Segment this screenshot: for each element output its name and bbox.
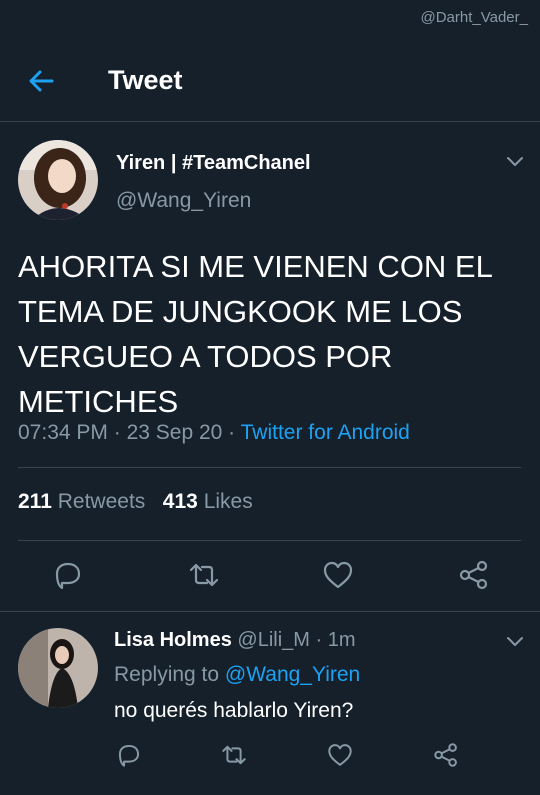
meta-separator: · xyxy=(113,421,127,444)
tweet-meta: 07:34 PM · 23 Sep 20 · Twitter for Andro… xyxy=(18,421,410,445)
meta-separator: · xyxy=(228,421,241,444)
author-handle[interactable]: @Wang_Yiren xyxy=(116,189,251,213)
page-title: Tweet xyxy=(108,65,183,95)
reply-author-line: Lisa Holmes @Lili_M · 1m xyxy=(114,629,356,652)
retweets-count[interactable]: 211 xyxy=(18,490,52,513)
reply-time: 1m xyxy=(327,629,356,651)
author-avatar[interactable] xyxy=(18,140,98,220)
like-icon[interactable] xyxy=(326,741,354,769)
like-icon[interactable] xyxy=(321,558,355,592)
divider xyxy=(18,540,521,541)
watermark: @Darht_Vader_ xyxy=(420,9,528,26)
tweet-text: AHORITA SI ME VIENEN CON EL TEMA DE JUNG… xyxy=(18,249,492,419)
divider xyxy=(0,611,540,612)
reply-icon[interactable] xyxy=(51,558,85,592)
tweet-date: 23 Sep 20 xyxy=(126,421,223,444)
chevron-down-icon[interactable] xyxy=(504,150,526,172)
reply-icon[interactable] xyxy=(115,741,143,769)
share-icon[interactable] xyxy=(457,558,491,592)
replying-to: Replying to @Wang_Yiren xyxy=(114,663,360,687)
retweet-icon[interactable] xyxy=(220,741,248,769)
top-bar: Tweet xyxy=(0,38,540,122)
back-arrow-icon[interactable] xyxy=(24,64,58,98)
author-name[interactable]: Yiren | #TeamChanel xyxy=(116,152,311,175)
likes-count[interactable]: 413 xyxy=(163,490,198,513)
reply-author-name[interactable]: Lisa Holmes xyxy=(114,629,232,651)
chevron-down-icon[interactable] xyxy=(504,630,526,652)
replying-to-label: Replying to xyxy=(114,663,220,686)
share-icon[interactable] xyxy=(432,741,460,769)
likes-label[interactable]: Likes xyxy=(204,490,253,513)
divider xyxy=(18,467,521,468)
tweet-stats: 211 Retweets 413 Likes xyxy=(18,490,253,514)
replying-to-handle[interactable]: @Wang_Yiren xyxy=(225,663,360,686)
tweet-source-link[interactable]: Twitter for Android xyxy=(241,421,410,444)
retweet-icon[interactable] xyxy=(187,558,221,592)
reply-author-avatar[interactable] xyxy=(18,628,98,708)
reply-text: no querés hablarlo Yiren? xyxy=(114,699,354,722)
tweet-time: 07:34 PM xyxy=(18,421,108,444)
reply-author-handle[interactable]: @Lili_M xyxy=(237,629,310,651)
meta-separator: · xyxy=(315,629,323,651)
retweets-label[interactable]: Retweets xyxy=(58,490,146,513)
